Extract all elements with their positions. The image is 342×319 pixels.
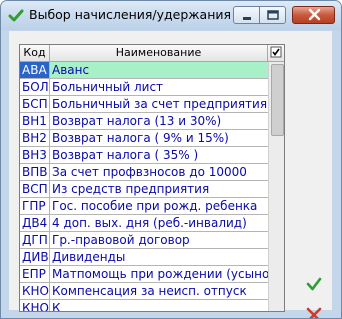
row-code: ДГП bbox=[20, 232, 50, 249]
close-icon bbox=[308, 8, 321, 21]
row-code: ВН1 bbox=[20, 113, 50, 130]
checkmark-icon bbox=[306, 277, 322, 291]
maximize-icon bbox=[267, 10, 279, 20]
row-code: ГПР bbox=[20, 198, 50, 215]
table-row[interactable]: ВСП Из средств предприятия bbox=[20, 181, 268, 198]
row-code: ВН2 bbox=[20, 130, 50, 147]
header-checkbox[interactable] bbox=[268, 45, 284, 62]
close-button[interactable] bbox=[292, 6, 335, 24]
cancel-button[interactable] bbox=[303, 304, 325, 319]
minimize-icon bbox=[243, 17, 251, 20]
row-code: КНО bbox=[20, 300, 50, 311]
row-name: За счет профвзносов до 10000 bbox=[50, 164, 268, 181]
minimize-button[interactable] bbox=[233, 6, 260, 24]
row-name: Из средств предприятия bbox=[50, 181, 268, 198]
row-name: Больничный лист bbox=[50, 79, 268, 96]
row-name: Возврат налога (13 и 30%) bbox=[50, 113, 268, 130]
table-row[interactable]: АВА Аванс bbox=[20, 62, 268, 79]
row-name: К bbox=[50, 300, 268, 311]
table-row[interactable]: ГПР Гос. пособие при рожд. ребенка bbox=[20, 198, 268, 215]
table-row[interactable]: ВН1 Возврат налога (13 и 30%) bbox=[20, 113, 268, 130]
dialog-window: Выбор начисления/удержания Код Наименова… bbox=[0, 0, 342, 319]
table-row[interactable]: КНО Компенсация за неисп. отпуск bbox=[20, 283, 268, 300]
accruals-table[interactable]: Код Наименование АВА Аванс БОЛ Больничный л… bbox=[19, 44, 285, 312]
row-name: Возврат налога ( 9% и 15%) bbox=[50, 130, 268, 147]
table-header: Код Наименование bbox=[20, 45, 284, 62]
maximize-button[interactable] bbox=[259, 6, 286, 24]
row-code: ВСП bbox=[20, 181, 50, 198]
table-row[interactable]: БОЛ Больничный лист bbox=[20, 79, 268, 96]
row-code: БОЛ bbox=[20, 79, 50, 96]
row-code: ВПВ bbox=[20, 164, 50, 181]
table-row[interactable]: КНО К bbox=[20, 300, 268, 311]
row-name: Больничный за счет предприятия bbox=[50, 97, 268, 113]
column-header-name[interactable]: Наименование bbox=[50, 45, 268, 62]
ok-button[interactable] bbox=[303, 273, 325, 295]
row-code: ДИВ bbox=[20, 249, 50, 266]
table-row[interactable]: ДГП Гр.-правовой договор bbox=[20, 232, 268, 249]
row-name: Гос. пособие при рожд. ребенка bbox=[50, 198, 268, 215]
x-icon bbox=[306, 307, 322, 318]
title-bar[interactable]: Выбор начисления/удержания bbox=[1, 1, 341, 30]
column-header-code[interactable]: Код bbox=[20, 45, 50, 62]
checkmark-icon bbox=[8, 9, 24, 22]
scrollbar-thumb[interactable] bbox=[271, 64, 284, 136]
row-name: Матпомощь при рождении (усынов bbox=[50, 267, 268, 283]
table-row[interactable]: ДИВ Дивиденды bbox=[20, 249, 268, 266]
row-code: ДВ4 bbox=[20, 215, 50, 232]
row-name: Аванс bbox=[50, 62, 268, 79]
row-code: АВА bbox=[20, 62, 50, 79]
row-code: ЕПР bbox=[20, 266, 50, 283]
dialog-body: Код Наименование АВА Аванс БОЛ Больничный л… bbox=[9, 31, 332, 318]
row-name: Гр.-правовой договор bbox=[50, 232, 268, 249]
row-name: Компенсация за неисп. отпуск bbox=[50, 283, 268, 300]
table-row[interactable]: ВПВ За счет профвзносов до 10000 bbox=[20, 164, 268, 181]
window-title: Выбор начисления/удержания bbox=[29, 7, 232, 22]
row-name: Возврат налога ( 35% ) bbox=[50, 147, 268, 164]
vertical-scrollbar[interactable] bbox=[268, 62, 284, 311]
table-row[interactable]: ДВ4 4 доп. вых. дня (реб.-инвалид) bbox=[20, 215, 268, 232]
row-name: 4 доп. вых. дня (реб.-инвалид) bbox=[50, 215, 268, 232]
row-code: БСП bbox=[20, 96, 50, 113]
table-row[interactable]: ВН2 Возврат налога ( 9% и 15%) bbox=[20, 130, 268, 147]
row-code: КНО bbox=[20, 283, 50, 300]
table-row[interactable]: БСП Больничный за счет предприятия bbox=[20, 96, 268, 113]
table-row[interactable]: ЕПР Матпомощь при рождении (усынов bbox=[20, 266, 268, 283]
table-row[interactable]: ВН3 Возврат налога ( 35% ) bbox=[20, 147, 268, 164]
row-code: ВН3 bbox=[20, 147, 50, 164]
checkbox-icon bbox=[270, 46, 282, 58]
row-name: Дивиденды bbox=[50, 249, 268, 266]
table-body: АВА Аванс БОЛ Больничный лист БСП Больничный … bbox=[20, 62, 268, 311]
